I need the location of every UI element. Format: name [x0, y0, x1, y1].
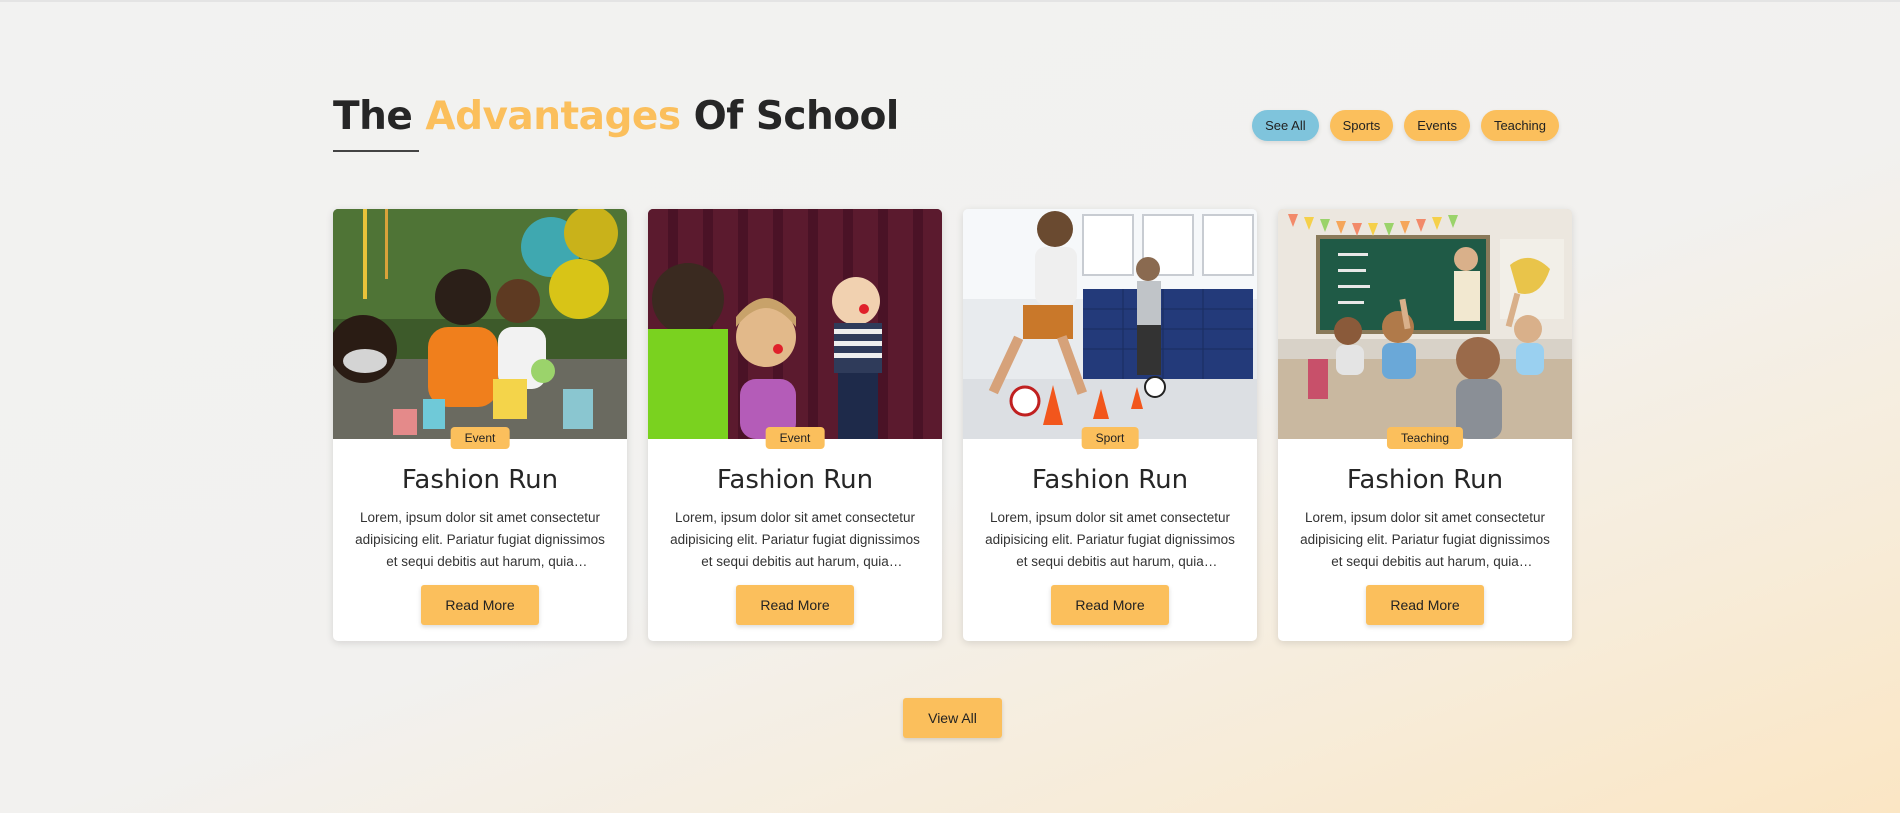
title-part2: Of School: [680, 94, 900, 139]
card-title: Fashion Run: [1346, 465, 1504, 495]
section-title: The Advantages Of School: [333, 94, 899, 139]
filter-bar: See All Sports Events Teaching: [1252, 110, 1559, 141]
card-event-1: Event Fashion Run Lorem, ipsum dolor sit…: [333, 209, 627, 641]
card-description: Lorem, ipsum dolor sit amet consectetur …: [355, 510, 605, 569]
title-accent: Advantages: [425, 94, 681, 139]
card-sport: Sport Fashion Run Lorem, ipsum dolor sit…: [963, 209, 1257, 641]
advantages-section: The Advantages Of School See All Sports …: [333, 0, 1573, 813]
card-teaching: Teaching Fashion Run Lorem, ipsum dolor …: [1278, 209, 1572, 641]
title-part1: The: [333, 94, 426, 139]
read-more-button[interactable]: Read More: [1366, 585, 1484, 625]
card-badge: Sport: [1081, 427, 1139, 449]
read-more-button[interactable]: Read More: [421, 585, 539, 625]
card-title: Fashion Run: [1031, 465, 1189, 495]
card-badge: Event: [450, 427, 510, 449]
card-title: Fashion Run: [401, 465, 559, 495]
filter-teaching[interactable]: Teaching: [1480, 110, 1559, 141]
card-badge: Event: [765, 427, 825, 449]
read-more-button[interactable]: Read More: [736, 585, 854, 625]
filter-events[interactable]: Events: [1404, 110, 1470, 141]
kids-football-photo: [963, 209, 1257, 439]
card-description: Lorem, ipsum dolor sit amet consectetur …: [985, 510, 1235, 569]
read-more-button[interactable]: Read More: [1051, 585, 1169, 625]
card-description: Lorem, ipsum dolor sit amet consectetur …: [670, 510, 920, 569]
card-event-2: Event Fashion Run Lorem, ipsum dolor sit…: [648, 209, 942, 641]
classroom-photo: [1278, 209, 1572, 439]
title-underline: [333, 150, 419, 152]
kids-party-photo: [333, 209, 627, 439]
card-grid: Event Fashion Run Lorem, ipsum dolor sit…: [333, 209, 1572, 641]
view-all-button[interactable]: View All: [903, 698, 1002, 738]
filter-see-all[interactable]: See All: [1252, 110, 1319, 141]
card-description: Lorem, ipsum dolor sit amet consectetur …: [1300, 510, 1550, 569]
card-title: Fashion Run: [716, 465, 874, 495]
kids-stage-photo: [648, 209, 942, 439]
card-badge: Teaching: [1386, 427, 1464, 449]
filter-sports[interactable]: Sports: [1329, 110, 1394, 141]
